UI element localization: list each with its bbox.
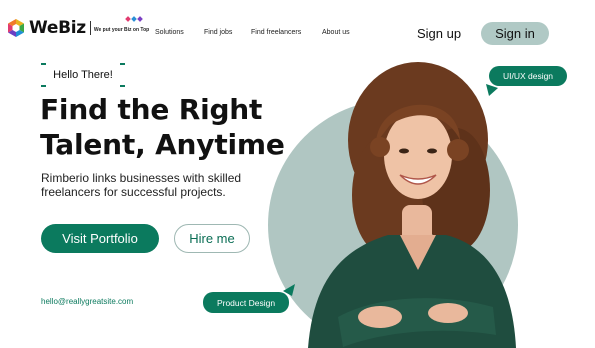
product-design-tag: Product Design	[203, 292, 289, 313]
hero-portrait-image	[308, 62, 516, 348]
nav-about-us[interactable]: About us	[322, 29, 350, 36]
hexagon-logo-icon	[8, 19, 24, 37]
hero-subtext: Rimberio links businesses with skilled f…	[41, 171, 242, 199]
pointer-arrow-icon	[486, 84, 498, 96]
hire-me-button[interactable]: Hire me	[174, 224, 250, 253]
contact-email-link[interactable]: hello@reallygreatsite.com	[41, 297, 133, 306]
brand-divider	[89, 21, 91, 35]
headline-line-2: Talent, Anytime	[40, 128, 285, 161]
hero-headline: Find the Right Talent, Anytime	[40, 92, 285, 162]
brand-name: WeBiz	[29, 18, 86, 38]
pointer-arrow-icon	[283, 284, 295, 296]
uiux-design-tag: UI/UX design	[489, 66, 567, 86]
nav-solutions[interactable]: Solutions	[155, 29, 184, 36]
visit-portfolio-button[interactable]: Visit Portfolio	[41, 224, 159, 253]
signin-button[interactable]: Sign in	[481, 22, 549, 45]
headline-line-1: Find the Right	[40, 93, 263, 126]
nav-find-jobs[interactable]: Find jobs	[204, 29, 232, 36]
brand-tagline: We put your Biz on Top	[93, 26, 150, 33]
signup-button[interactable]: Sign up	[412, 22, 466, 44]
greeting-text: Hello There!	[53, 69, 113, 81]
brand-logo[interactable]: WeBiz We put your Biz on Top	[6, 16, 150, 38]
nav-find-freelancers[interactable]: Find freelancers	[251, 29, 301, 36]
brand-dots	[125, 16, 143, 22]
greeting-badge: Hello There!	[41, 63, 125, 87]
